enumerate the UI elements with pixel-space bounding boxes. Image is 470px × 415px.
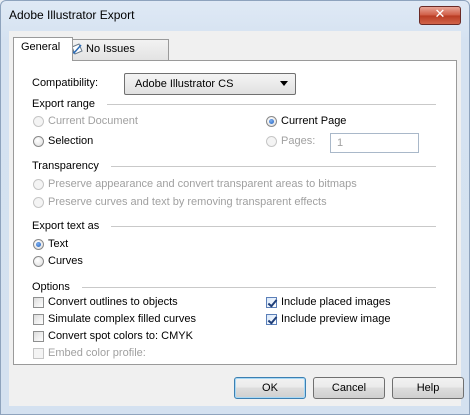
tab-general-label: General [21, 41, 61, 53]
radio-selection[interactable] [33, 136, 44, 147]
radio-curves[interactable] [33, 256, 44, 267]
checkbox-include-preview[interactable] [266, 314, 277, 325]
radio-current-page[interactable] [266, 116, 277, 127]
convert-spot-line: Convert spot colors to: CMYK [48, 330, 193, 342]
help-button-label: Help [416, 382, 440, 394]
preserve-curves-label: Preserve curves and text by removing tra… [48, 196, 327, 208]
export-text-title: Export text as [32, 220, 100, 232]
simulate-fills-label: Simulate complex filled curves [48, 313, 196, 325]
checkbox-convert-outlines[interactable] [33, 297, 44, 308]
radio-preserve-curves[interactable] [33, 197, 44, 208]
preserve-appearance-label: Preserve appearance and convert transpar… [48, 178, 357, 190]
curves-label: Curves [48, 255, 83, 267]
radio-current-document[interactable] [33, 116, 44, 127]
export-range-group: Export range [32, 97, 448, 111]
compatibility-label: Compatibility: [32, 77, 99, 89]
radio-preserve-appearance[interactable] [33, 179, 44, 190]
pages-label: Pages: [281, 135, 316, 147]
checkbox-convert-spot[interactable] [33, 331, 44, 342]
export-dialog: Adobe Illustrator Export ✕ General No Is… [0, 0, 470, 415]
export-range-title: Export range [32, 98, 95, 110]
divider [111, 225, 436, 227]
include-preview-label: Include preview image [281, 313, 391, 325]
compatibility-value: Adobe Illustrator CS [135, 78, 234, 90]
ok-button[interactable]: OK [234, 377, 306, 399]
divider [106, 103, 436, 105]
pages-input[interactable]: 1 [330, 133, 419, 153]
compatibility-select[interactable]: Adobe Illustrator CS [124, 73, 296, 95]
convert-spot-label: Convert spot colors to: [48, 330, 159, 342]
ok-button-label: OK [262, 382, 278, 394]
current-page-label: Current Page [281, 115, 347, 127]
cancel-button[interactable]: Cancel [313, 377, 385, 399]
checkbox-simulate-fills[interactable] [33, 314, 44, 325]
options-group: Options [32, 280, 448, 294]
embed-profile-label: Embed color profile: [48, 347, 146, 359]
dialog-body: General No Issues Compatibility: Adobe I… [9, 31, 464, 406]
transparency-title: Transparency [32, 160, 99, 172]
export-text-group: Export text as [32, 219, 448, 233]
close-icon: ✕ [434, 7, 446, 22]
options-title: Options [32, 281, 70, 293]
title-bar[interactable]: Adobe Illustrator Export ✕ [1, 1, 469, 29]
divider [110, 165, 436, 167]
divider [81, 286, 436, 288]
window-title: Adobe Illustrator Export [9, 8, 135, 22]
close-button[interactable]: ✕ [419, 6, 461, 25]
general-panel: Compatibility: Adobe Illustrator CS Expo… [13, 60, 457, 365]
cancel-button-label: Cancel [331, 382, 367, 394]
transparency-group: Transparency [32, 159, 448, 173]
tab-general[interactable]: General [13, 37, 73, 61]
text-label: Text [48, 238, 69, 250]
chevron-down-icon [280, 81, 288, 86]
radio-pages[interactable] [266, 136, 277, 147]
selection-label: Selection [48, 135, 94, 147]
current-document-label: Current Document [48, 115, 138, 127]
include-placed-label: Include placed images [281, 296, 391, 308]
spot-target-value: CMYK [161, 330, 193, 342]
checkbox-include-placed[interactable] [266, 297, 277, 308]
convert-outlines-label: Convert outlines to objects [48, 296, 178, 308]
tab-no-issues-label: No Issues [86, 43, 135, 55]
radio-text[interactable] [33, 239, 44, 250]
pages-value: 1 [337, 137, 344, 149]
checkbox-embed-profile[interactable] [33, 348, 44, 359]
help-button[interactable]: Help [392, 377, 464, 399]
tab-no-issues[interactable]: No Issues [63, 39, 169, 60]
